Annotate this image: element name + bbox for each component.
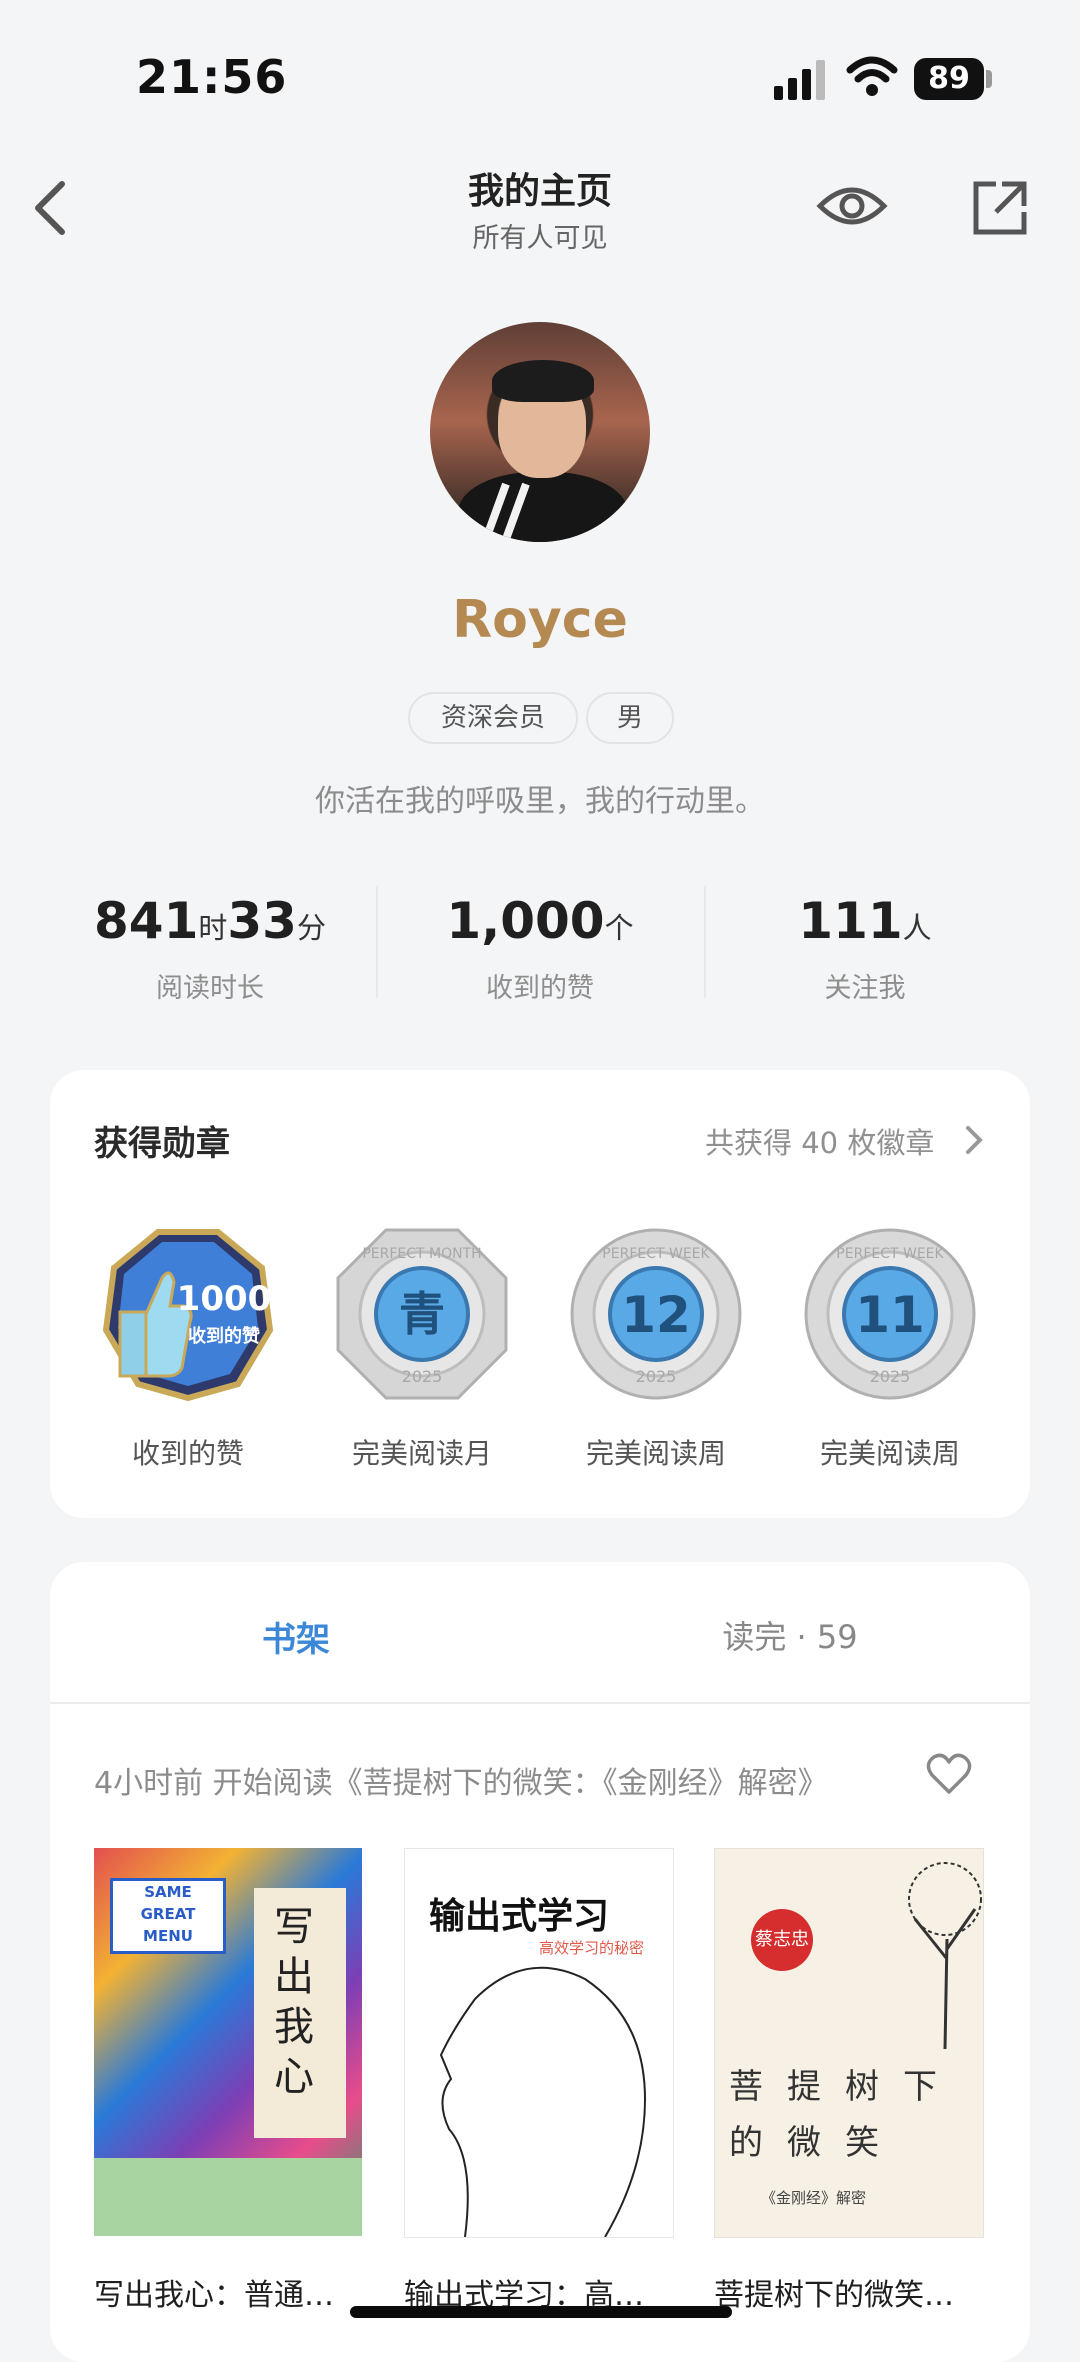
medal-label: 收到的赞 xyxy=(131,1437,244,1470)
book-title[interactable]: 写出我心：普通… xyxy=(94,2270,384,2314)
chevron-right-icon[interactable] xyxy=(964,1124,984,1156)
stat-reading-time-label: 阅读时长 xyxy=(156,973,264,1004)
book-cover-title: 菩提树下的微笑 xyxy=(729,2067,961,2163)
tag-gender: 男 xyxy=(586,692,674,744)
medal-perfect-week-icon[interactable]: 11 PERFECT WEEK 2025 xyxy=(802,1226,978,1402)
stat-followers-label: 关注我 xyxy=(824,973,906,1004)
medal-likes-number: 1000 xyxy=(177,1279,272,1319)
medal-week-number: 11 xyxy=(855,1286,925,1344)
avatar[interactable] xyxy=(430,322,650,542)
followers-unit: 人 xyxy=(902,911,932,945)
book-cover-profile-art xyxy=(439,1966,647,2237)
back-icon[interactable] xyxy=(30,178,70,238)
book-cover-sign: SAME GREAT MENU xyxy=(110,1878,226,1954)
medal-week-year: 2025 xyxy=(870,1367,911,1386)
book-cover-title: 写出我心 xyxy=(274,1904,314,2100)
bio: 你活在我的呼吸里，我的行动里。 xyxy=(315,784,765,819)
book-cover[interactable]: 写出我心 SAME GREAT MENU xyxy=(94,1848,362,2236)
tab-finished[interactable]: 读完 · 59 xyxy=(640,1612,940,1658)
medal-label: 完美阅读周 xyxy=(585,1437,726,1470)
medal-perfect-month-icon[interactable]: 青 PERFECT MONTH 2025 xyxy=(334,1226,510,1402)
medal-month-ring: PERFECT MONTH xyxy=(362,1246,481,1262)
medal-label: 完美阅读月 xyxy=(351,1437,492,1470)
medal-week-number: 12 xyxy=(621,1286,691,1344)
stat-likes[interactable]: 1,000个 xyxy=(375,892,705,950)
eye-icon[interactable] xyxy=(816,178,888,234)
battery-tip xyxy=(986,70,992,88)
likes-unit: 个 xyxy=(604,911,634,945)
home-indicator[interactable] xyxy=(350,2306,732,2318)
tab-bookshelf[interactable]: 书架 xyxy=(196,1612,396,1661)
tag-membership: 资深会员 xyxy=(408,692,578,744)
medals-title: 获得勋章 xyxy=(94,1124,230,1164)
battery-indicator: 89 xyxy=(914,58,984,100)
book-cover-tree-art xyxy=(908,1862,982,2049)
medal-week-ring: PERFECT WEEK xyxy=(836,1246,944,1262)
book-cover-sub: 高效学习的秘密 xyxy=(539,1939,645,1957)
status-time: 21:56 xyxy=(136,50,288,104)
username: Royce xyxy=(452,590,628,650)
medal-month-year: 2025 xyxy=(402,1367,443,1386)
reading-hours: 841 xyxy=(94,892,199,950)
medal-week-year: 2025 xyxy=(636,1367,677,1386)
reading-hour-unit: 时 xyxy=(198,911,228,945)
stat-likes-label: 收到的赞 xyxy=(486,973,594,1004)
medal-likes-sub: 收到的赞 xyxy=(188,1325,260,1347)
cellular-signal-icon xyxy=(774,60,825,100)
wifi-icon xyxy=(846,56,898,96)
page-title: 我的主页 xyxy=(467,171,612,212)
likes-value: 1,000 xyxy=(446,892,605,950)
medal-week-ring: PERFECT WEEK xyxy=(602,1246,710,1262)
book-title[interactable]: 菩提树下的微笑… xyxy=(714,2270,1004,2314)
reading-minute-unit: 分 xyxy=(296,911,326,945)
tab-divider xyxy=(50,1702,1030,1704)
book-cover[interactable]: 输出式学习 高效学习的秘密 xyxy=(404,1848,674,2238)
recent-reading[interactable]: 4小时前 开始阅读《菩提树下的微笑：《金刚经》解密》 xyxy=(94,1758,828,1802)
medal-likes-icon[interactable]: 1000 收到的赞 xyxy=(100,1226,276,1402)
book-cover-sub: 《金刚经》解密 xyxy=(761,2189,867,2207)
stat-followers[interactable]: 111人 xyxy=(700,892,1030,950)
book-cover-author: 蔡志忠 xyxy=(751,1909,813,1971)
medal-month-center: 青 xyxy=(399,1287,445,1341)
page-subtitle: 所有人可见 xyxy=(472,223,608,254)
book-cover[interactable]: 蔡志忠 菩提树下的微笑 《金刚经》解密 xyxy=(714,1848,984,2238)
heart-icon[interactable] xyxy=(926,1752,972,1796)
medal-label: 完美阅读周 xyxy=(819,1437,960,1470)
medals-count-link[interactable]: 共获得 40 枚徽章 xyxy=(705,1120,934,1162)
stat-reading-time[interactable]: 841时33分 xyxy=(45,892,375,950)
reading-minutes: 33 xyxy=(227,892,297,950)
share-icon[interactable] xyxy=(970,178,1030,238)
followers-value: 111 xyxy=(798,892,903,950)
book-cover-title: 输出式学习 xyxy=(429,1895,610,1937)
medal-perfect-week-icon[interactable]: 12 PERFECT WEEK 2025 xyxy=(568,1226,744,1402)
